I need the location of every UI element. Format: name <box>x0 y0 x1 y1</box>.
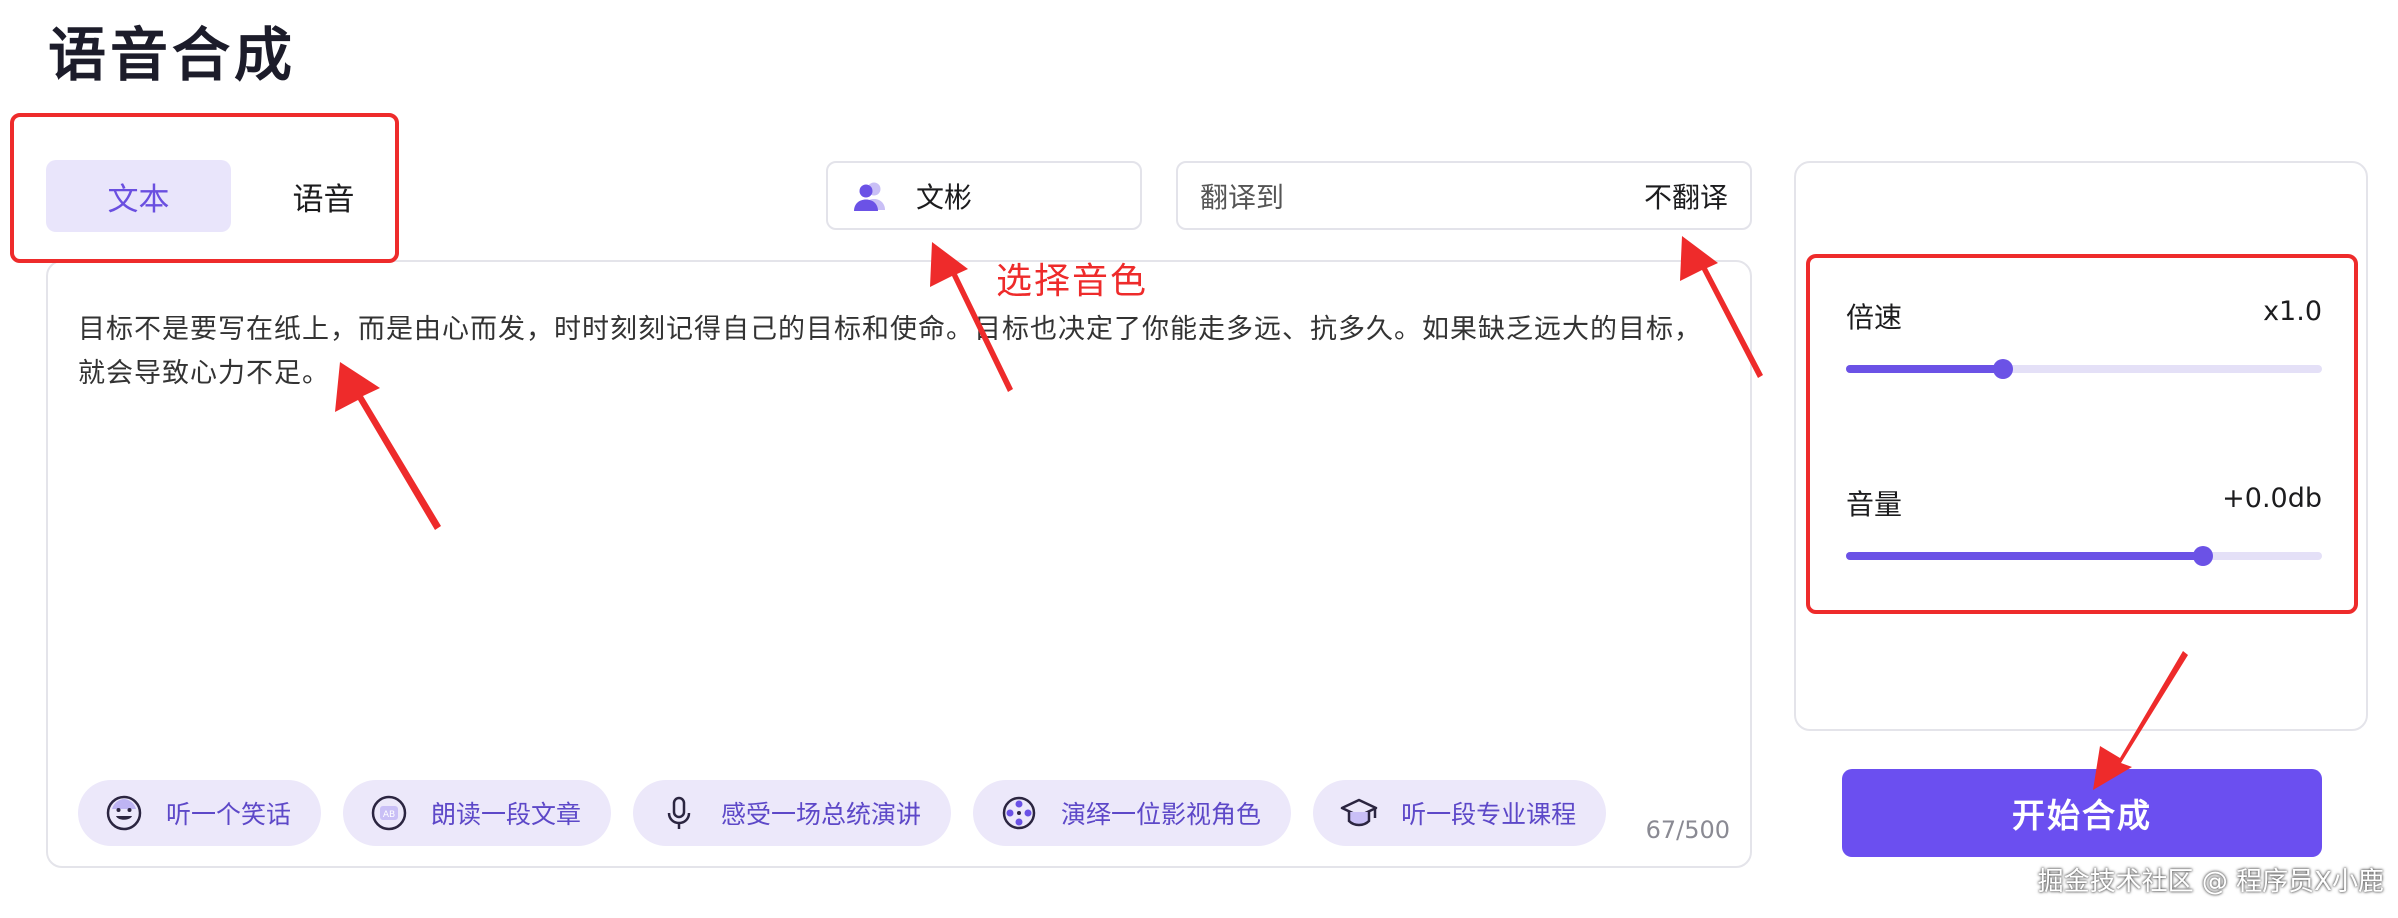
translate-label: 翻译到 <box>1200 180 1285 214</box>
graduation-cap-icon <box>1340 798 1378 827</box>
annotation-box-settings <box>1806 254 2358 614</box>
user-group-icon <box>854 182 885 211</box>
svg-text:AB: AB <box>383 810 395 820</box>
input-text[interactable]: 目标不是要写在纸上，而是由心而发，时时刻刻记得自己的目标和使命。目标也决定了你能… <box>78 308 1718 396</box>
smile-icon <box>106 795 142 831</box>
chip-label: 听一个笑话 <box>166 800 292 829</box>
voice-name: 文彬 <box>916 180 973 214</box>
chip-course[interactable]: 听一段专业课程 <box>1313 780 1607 846</box>
chip-label: 听一段专业课程 <box>1401 800 1577 829</box>
suggestion-chips: 听一个笑话 AB 朗读一段文章 感受一场总统演讲 演绎一位影视角色 听一段专业课… <box>78 780 1607 846</box>
translate-value: 不翻译 <box>1643 180 1728 214</box>
chip-film-role[interactable]: 演绎一位影视角色 <box>973 780 1292 846</box>
character-counter: 67/500 <box>1645 816 1730 844</box>
watermark: 掘金技术社区 @ 程序员X小鹿 <box>2037 867 2384 897</box>
article-icon: AB <box>371 795 407 831</box>
chip-label: 演绎一位影视角色 <box>1061 800 1262 829</box>
film-reel-icon <box>1002 796 1036 830</box>
start-synthesis-button[interactable]: 开始合成 <box>1842 769 2322 857</box>
chip-speech[interactable]: 感受一场总统演讲 <box>633 780 952 846</box>
voice-select[interactable]: 文彬 <box>826 161 1142 230</box>
chip-label: 感受一场总统演讲 <box>721 800 922 829</box>
chip-joke[interactable]: 听一个笑话 <box>78 780 322 846</box>
microphone-icon <box>667 796 691 829</box>
annotation-box-tabs <box>10 113 399 263</box>
annotation-label-voice: 选择音色 <box>996 261 1149 302</box>
speech-synthesis-page: 语音合成 文本 语音 文彬 翻译到 不翻译 目标不是要写在纸上，而是由心而发，时… <box>0 0 2398 918</box>
chip-article[interactable]: AB 朗读一段文章 <box>343 780 612 846</box>
chip-label: 朗读一段文章 <box>431 800 582 829</box>
translate-select[interactable]: 翻译到 不翻译 <box>1176 161 1752 230</box>
page-title: 语音合成 <box>48 21 297 89</box>
text-input-area[interactable]: 目标不是要写在纸上，而是由心而发，时时刻刻记得自己的目标和使命。目标也决定了你能… <box>46 260 1752 868</box>
